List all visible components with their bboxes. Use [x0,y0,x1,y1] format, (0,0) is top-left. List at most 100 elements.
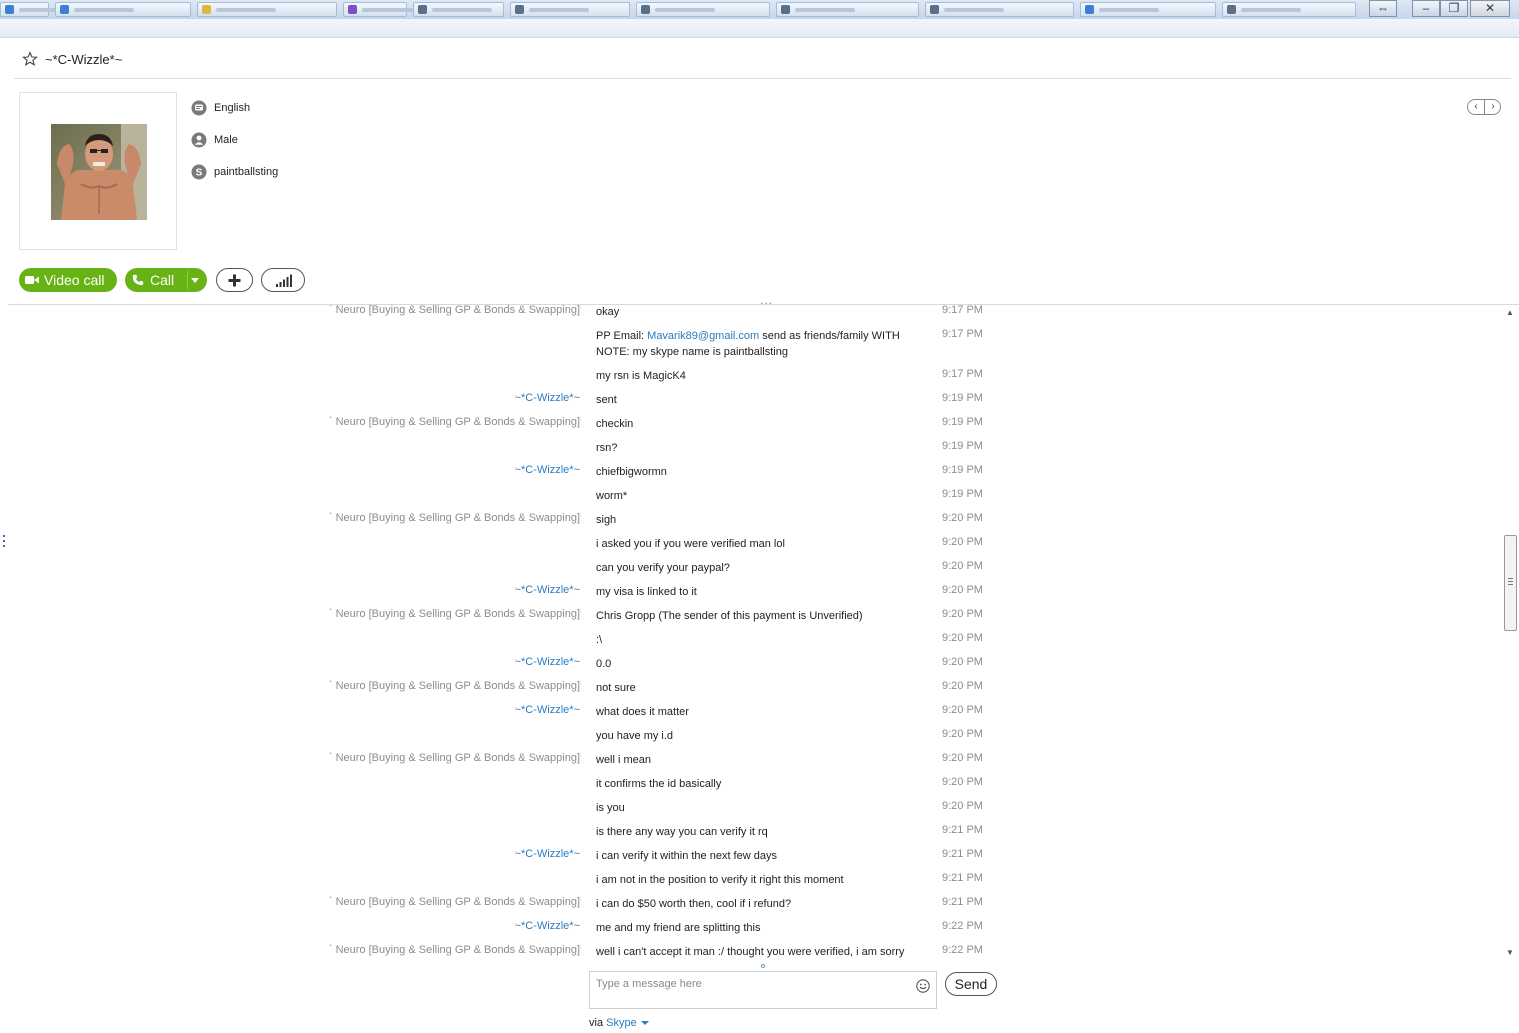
message-sender[interactable]: ~*C-Wizzle*~ [515,584,580,596]
taskbar-button[interactable] [510,2,630,17]
chat-message[interactable]: ~*C-Wizzle*~ i can verify it within the n… [0,848,1000,868]
message-timestamp: 9:21 PM [942,872,983,884]
chat-message[interactable]: you have my i.d 9:20 PM [0,728,1000,748]
message-sender[interactable]: ` Neuro [Buying & Selling GP & Bonds & S… [329,944,580,956]
chat-message[interactable]: is there any way you can verify it rq 9:2… [0,824,1000,844]
star-icon[interactable] [22,51,38,67]
taskbar-button[interactable] [197,2,337,17]
message-sender[interactable]: ~*C-Wizzle*~ [515,920,580,932]
chat-message[interactable]: ` Neuro [Buying & Selling GP & Bonds & S… [0,896,1000,916]
restore-button[interactable]: ❐ [1440,0,1468,17]
taskbar-button[interactable] [776,2,919,17]
message-text: you have my i.d [596,730,674,742]
chat-message[interactable]: ` Neuro [Buying & Selling GP & Bonds & S… [0,680,1000,700]
call-button[interactable]: Call [125,268,207,292]
message-sender[interactable]: ~*C-Wizzle*~ [515,704,580,716]
chat-message[interactable]: :\ 9:20 PM [0,632,1000,652]
message-sender[interactable]: ~*C-Wizzle*~ [515,392,580,404]
phone-icon [132,274,144,286]
taskbar-button[interactable] [55,2,191,17]
app-icon [930,5,939,14]
call-quality-button[interactable] [261,268,305,292]
message-sender[interactable]: ` Neuro [Buying & Selling GP & Bonds & S… [329,896,580,908]
email-link[interactable]: Mavarik89@gmail.com [647,330,759,342]
contact-name: ~*C-Wizzle*~ [45,52,123,67]
chat-message[interactable]: my rsn is MagicK4 9:17 PM [0,368,1000,388]
via-service-name[interactable]: Skype [606,1017,637,1029]
chat-scrollbar[interactable]: ▲ ▼ [1502,305,1519,961]
close-button[interactable]: ✕ [1470,0,1510,17]
scroll-down-arrow-icon[interactable]: ▼ [1506,948,1514,957]
skype-icon: S [191,164,207,180]
chat-message[interactable]: i am not in the position to verify it ri… [0,872,1000,892]
chat-message[interactable]: ` Neuro [Buying & Selling GP & Bonds & S… [0,752,1000,772]
message-compose-box[interactable] [589,971,937,1009]
call-options-chevron-down-icon[interactable] [191,278,199,283]
message-timestamp: 9:19 PM [942,392,983,404]
scrollbar-thumb[interactable] [1504,535,1517,631]
next-arrow-icon[interactable]: › [1485,100,1501,114]
chat-message[interactable]: ~*C-Wizzle*~ chiefbigwormn 9:19 PM [0,464,1000,484]
taskbar-button[interactable] [1080,2,1216,17]
chat-message[interactable]: is you 9:20 PM [0,800,1000,820]
message-sender[interactable]: ` Neuro [Buying & Selling GP & Bonds & S… [329,680,580,692]
chat-message[interactable]: can you verify your paypal? 9:20 PM [0,560,1000,580]
chat-message[interactable]: ~*C-Wizzle*~ me and my friend are splitti… [0,920,1000,940]
message-sender[interactable]: ` Neuro [Buying & Selling GP & Bonds & S… [329,752,580,764]
taskbar-button[interactable] [0,2,79,17]
taskbar-button[interactable] [413,2,504,17]
add-participant-button[interactable] [216,268,253,292]
smiley-icon[interactable] [916,979,930,993]
video-call-button[interactable]: Video call [19,268,117,292]
conversation-header: ~*C-Wizzle*~ [14,40,1511,79]
message-timestamp: 9:17 PM [942,368,983,380]
sidebar-splitter-handle[interactable] [3,535,5,549]
chat-message[interactable]: ` Neuro [Buying & Selling GP & Bonds & S… [0,416,1000,436]
message-sender[interactable]: ~*C-Wizzle*~ [515,656,580,668]
message-sender[interactable]: ` Neuro [Buying & Selling GP & Bonds & S… [329,305,580,316]
taskbar-button[interactable] [343,2,422,17]
chat-message[interactable]: ` Neuro [Buying & Selling GP & Bonds & S… [0,944,1000,960]
prev-arrow-icon[interactable]: ‹ [1468,100,1484,114]
message-timestamp: 9:20 PM [942,560,983,572]
via-service-selector[interactable]: via Skype [589,1017,649,1029]
ie-icon [60,5,69,14]
minimize-button[interactable]: – [1412,0,1440,17]
message-text: can you verify your paypal? [596,562,730,574]
message-timestamp: 9:20 PM [942,632,983,644]
message-sender[interactable]: ` Neuro [Buying & Selling GP & Bonds & S… [329,512,580,524]
taskbar-button[interactable] [636,2,770,17]
resize-button[interactable]: ⇔ [1369,0,1397,17]
taskbar-button[interactable] [1222,2,1356,17]
chat-message[interactable]: ` Neuro [Buying & Selling GP & Bonds & S… [0,305,1000,324]
message-text: :\ [596,634,603,646]
avatar[interactable] [51,124,147,220]
chat-message[interactable]: i asked you if you were verified man lol… [0,536,1000,556]
chat-message[interactable]: it confirms the id basically 9:20 PM [0,776,1000,796]
message-sender[interactable]: ~*C-Wizzle*~ [515,464,580,476]
message-sender[interactable]: ~*C-Wizzle*~ [515,848,580,860]
chat-message[interactable]: rsn? 9:19 PM [0,440,1000,460]
message-text: my visa is linked to it [596,586,697,598]
message-sender[interactable]: ` Neuro [Buying & Selling GP & Bonds & S… [329,416,580,428]
send-button[interactable]: Send [945,972,997,996]
message-text-prefix: PP Email: [596,330,648,342]
chat-message[interactable]: PP Email: Mavarik89@gmail.com send as fr… [0,328,1000,358]
chat-message[interactable]: ~*C-Wizzle*~ 0.0 9:20 PM [0,656,1000,676]
chat-message[interactable]: ~*C-Wizzle*~ sent 9:19 PM [0,392,1000,412]
chat-history[interactable]: ` Neuro [Buying & Selling GP & Bonds & S… [0,305,1500,960]
message-timestamp: 9:20 PM [942,680,983,692]
chat-message[interactable]: ~*C-Wizzle*~ what does it matter 9:20 PM [0,704,1000,724]
svg-text:S: S [196,168,203,179]
scroll-up-arrow-icon[interactable]: ▲ [1506,308,1514,317]
message-sender[interactable]: ` Neuro [Buying & Selling GP & Bonds & S… [329,608,580,620]
message-input[interactable] [596,976,906,992]
taskbar-button[interactable] [925,2,1074,17]
message-text: i am not in the position to verify it ri… [596,874,844,886]
chevron-down-icon[interactable] [640,1021,649,1026]
chat-message[interactable]: ` Neuro [Buying & Selling GP & Bonds & S… [0,512,1000,532]
chat-message[interactable]: ~*C-Wizzle*~ my visa is linked to it 9:20 … [0,584,1000,604]
chat-message[interactable]: ` Neuro [Buying & Selling GP & Bonds & S… [0,608,1000,628]
compose-resize-handle[interactable] [761,964,765,968]
chat-message[interactable]: worm* 9:19 PM [0,488,1000,508]
